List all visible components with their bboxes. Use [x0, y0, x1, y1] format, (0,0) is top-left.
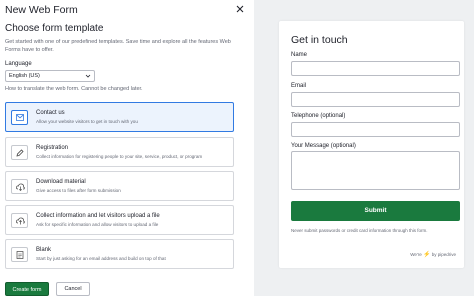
- close-icon[interactable]: [235, 4, 245, 14]
- form-preview-card: Get in touch Name Email Telephone (optio…: [279, 21, 464, 268]
- language-help: How to translate the web form. Cannot be…: [5, 86, 143, 92]
- template-registration[interactable]: Registration Collect information for reg…: [5, 137, 234, 167]
- privacy-note: Never submit passwords or credit card in…: [291, 228, 428, 233]
- brand-suffix: by pipedrive: [431, 252, 456, 257]
- name-field[interactable]: [291, 61, 460, 76]
- template-name: Download material: [36, 179, 86, 185]
- dialog-title: New Web Form: [5, 4, 78, 16]
- template-panel: New Web Form Choose form template Get st…: [0, 0, 252, 296]
- name-label: Name: [291, 52, 308, 58]
- template-blank[interactable]: Blank Start by just asking for an email …: [5, 239, 234, 269]
- language-label: Language: [5, 61, 32, 67]
- language-select[interactable]: English (US): [5, 70, 95, 82]
- cancel-button[interactable]: Cancel: [56, 282, 90, 296]
- template-description: Start by just asking for an email addres…: [36, 256, 166, 261]
- dialog-header: New Web Form: [5, 3, 247, 19]
- template-collect-and-upload[interactable]: Collect information and let visitors upl…: [5, 205, 234, 235]
- message-textarea[interactable]: [291, 151, 460, 190]
- message-label: Your Message (optional): [291, 143, 356, 149]
- lightning-icon: ⚡: [422, 252, 431, 258]
- template-description: Allow your website visitors to get in to…: [36, 119, 138, 124]
- submit-button[interactable]: Submit: [291, 201, 460, 221]
- form-title: Get in touch: [291, 34, 348, 46]
- mail-icon: [11, 110, 28, 125]
- section-description: Get started with one of our predefined t…: [5, 39, 231, 53]
- pipedrive-branding: We're ⚡ by pipedrive: [410, 251, 456, 258]
- template-name: Blank: [36, 247, 52, 253]
- telephone-field[interactable]: [291, 122, 460, 137]
- brand-prefix: We're: [410, 252, 422, 257]
- document-icon: [11, 247, 28, 262]
- create-form-button[interactable]: Create form: [5, 282, 49, 296]
- template-description: Ask for specific information and allow v…: [36, 222, 159, 227]
- email-label: Email: [291, 83, 307, 89]
- template-contact-us[interactable]: Contact us Allow your website visitors t…: [5, 102, 234, 132]
- template-description: Give access to files after form submissi…: [36, 188, 121, 193]
- template-name: Collect information and let visitors upl…: [36, 213, 160, 219]
- cloud-download-icon: [11, 179, 28, 194]
- pencil-icon: [11, 145, 28, 160]
- language-value: English (US): [9, 73, 40, 79]
- cloud-upload-icon: [11, 213, 28, 228]
- template-name: Contact us: [36, 110, 65, 116]
- template-name: Registration: [36, 145, 69, 151]
- chevron-down-icon: [85, 73, 91, 79]
- email-field[interactable]: [291, 92, 460, 107]
- template-download-material[interactable]: Download material Give access to files a…: [5, 171, 234, 201]
- section-heading: Choose form template: [5, 23, 104, 34]
- telephone-label: Telephone (optional): [291, 113, 346, 119]
- form-preview-panel: Get in touch Name Email Telephone (optio…: [254, 0, 474, 296]
- template-description: Collect information for registering peop…: [36, 154, 203, 159]
